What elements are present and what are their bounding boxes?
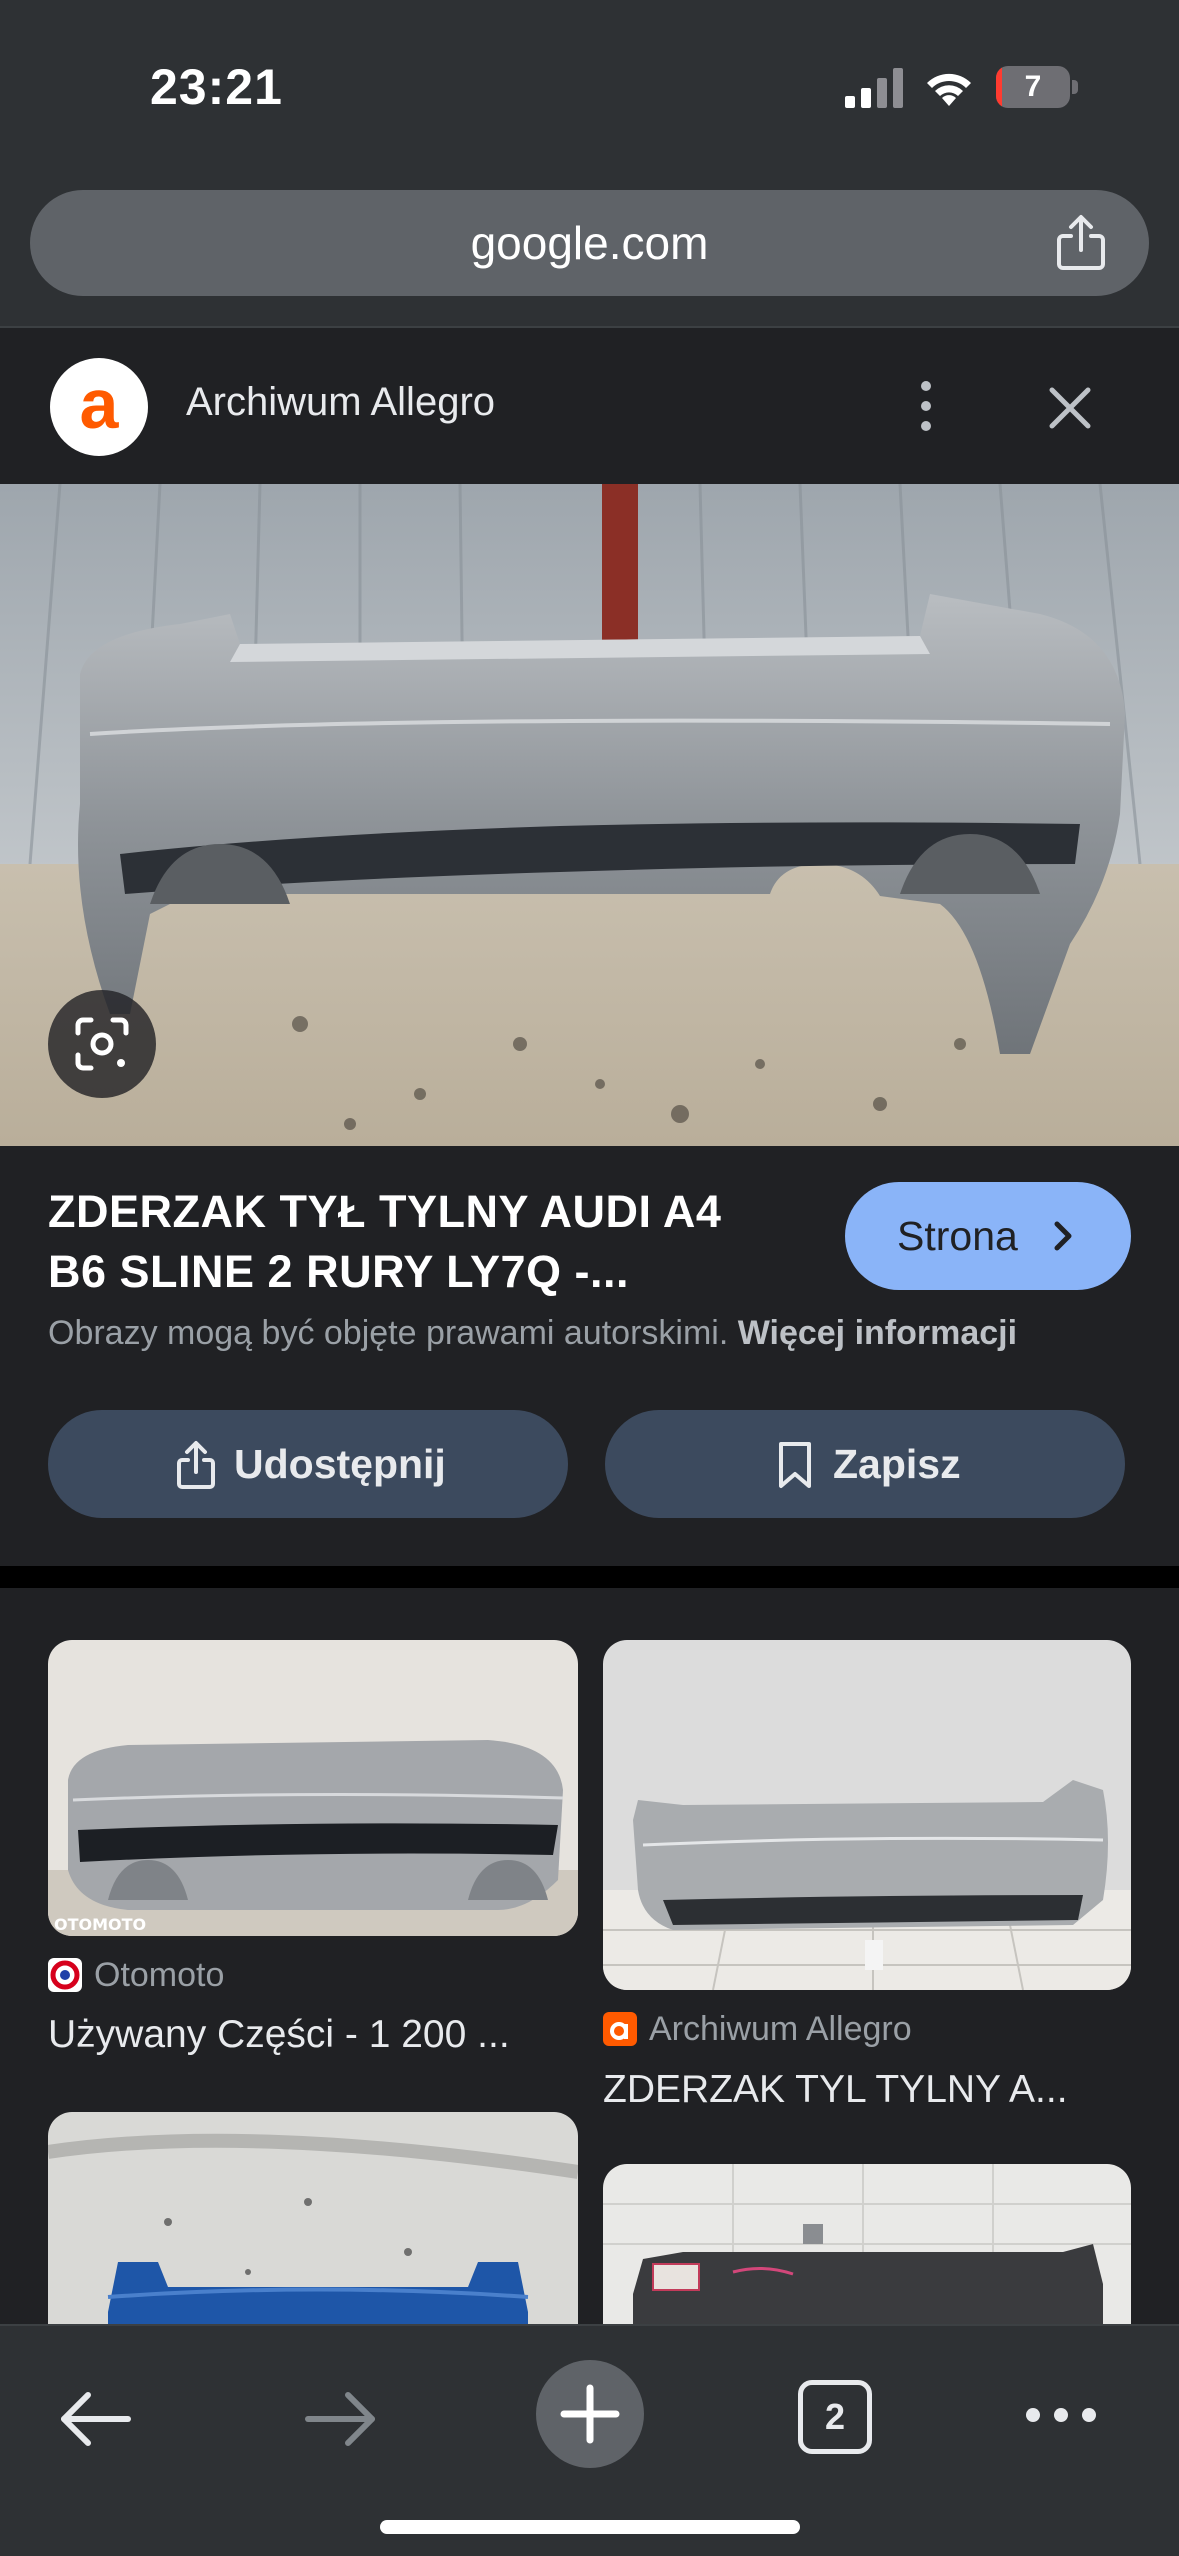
allegro-logo-icon	[610, 2022, 628, 2040]
save-label: Zapisz	[833, 1441, 961, 1487]
battery-nub	[1072, 80, 1078, 94]
result-title[interactable]: ZDERZAK TYŁ TYLNY AUDI A4 B6 SLINE 2 RUR…	[48, 1182, 768, 1302]
section-divider	[0, 1566, 1179, 1588]
chevron-right-icon	[1054, 1221, 1072, 1251]
visit-site-button[interactable]: Strona	[845, 1182, 1131, 1290]
allegro-favicon-icon	[603, 2012, 637, 2046]
share-button[interactable]: Udostępnij	[48, 1410, 568, 1518]
lens-button[interactable]	[48, 990, 156, 1098]
otomoto-logo-icon	[50, 1960, 80, 1990]
bumper-thumbnail	[603, 2164, 1131, 2324]
panel-header: a Archiwum Allegro	[0, 326, 1179, 484]
bumper-thumbnail	[48, 2112, 578, 2324]
signal-icon	[845, 68, 903, 108]
battery-percent: 7	[1024, 70, 1042, 103]
plus-icon	[560, 2384, 620, 2444]
result-title-line1: ZDERZAK TYŁ TYLNY AUDI A4	[48, 1186, 722, 1237]
new-tab-button[interactable]	[536, 2360, 644, 2468]
bookmark-icon	[779, 1442, 811, 1488]
bottom-toolbar: 2	[0, 2324, 1179, 2556]
related-title[interactable]: Używany Części - 1 200 ...	[48, 2013, 578, 2057]
related-image[interactable]: OTOMOTO	[48, 1640, 578, 1936]
result-image[interactable]	[0, 484, 1179, 1146]
related-image[interactable]	[48, 2112, 578, 2324]
result-info: ZDERZAK TYŁ TYLNY AUDI A4 B6 SLINE 2 RUR…	[0, 1146, 1179, 1566]
url-text: google.com	[470, 217, 709, 269]
lens-icon	[75, 1017, 129, 1071]
top-chrome: 23:21 7 google.com	[0, 0, 1179, 326]
address-bar[interactable]: google.com	[30, 190, 1149, 296]
bumper-thumbnail: OTOMOTO	[48, 1640, 578, 1936]
related-source[interactable]: Archiwum Allegro	[603, 2010, 912, 2049]
more-vert-icon[interactable]	[906, 378, 946, 434]
otomoto-favicon-icon	[48, 1958, 82, 1992]
otomoto-watermark: OTOMOTO	[54, 1915, 146, 1934]
result-title-line2: B6 SLINE 2 RURY LY7Q -...	[48, 1246, 629, 1297]
home-indicator	[380, 2520, 800, 2534]
site-name[interactable]: Archiwum Allegro	[186, 380, 495, 425]
battery-indicator: 7	[996, 66, 1078, 108]
back-arrow-icon[interactable]	[58, 2388, 132, 2450]
related-source[interactable]: Otomoto	[48, 1956, 224, 1995]
more-horiz-icon[interactable]	[1024, 2400, 1098, 2430]
bumper-thumbnail	[603, 1640, 1131, 1990]
status-time: 23:21	[150, 59, 283, 115]
copyright-text: Obrazy mogą być objęte prawami autorskim…	[48, 1314, 729, 1352]
related-source-name: Archiwum Allegro	[649, 2010, 912, 2048]
share-icon	[177, 1441, 215, 1489]
save-button[interactable]: Zapisz	[605, 1410, 1125, 1518]
related-image[interactable]	[603, 1640, 1131, 1990]
tab-switcher-button[interactable]: 2	[798, 2380, 872, 2454]
copyright-notice: Obrazy mogą być objęte prawami autorskim…	[48, 1314, 1017, 1353]
battery-body: 7	[996, 66, 1070, 108]
more-info-link[interactable]: Więcej informacji	[738, 1314, 1017, 1352]
related-title[interactable]: ZDERZAK TYL TYLNY A...	[603, 2068, 1133, 2112]
bumper-photo	[0, 484, 1179, 1146]
forward-arrow-icon[interactable]	[304, 2388, 378, 2450]
related-results: OTOMOTO Otomoto Używany Części - 1 200 .…	[0, 1588, 1179, 2324]
close-icon[interactable]	[1046, 384, 1094, 432]
share-label: Udostępnij	[234, 1441, 446, 1487]
wifi-icon	[927, 73, 971, 106]
visit-site-label: Strona	[897, 1213, 1018, 1259]
related-source-name: Otomoto	[94, 1956, 225, 1994]
related-image[interactable]	[603, 2164, 1131, 2324]
allegro-logo-icon: a	[79, 365, 119, 443]
site-logo[interactable]: a	[50, 358, 148, 456]
share-icon[interactable]	[1053, 214, 1109, 272]
